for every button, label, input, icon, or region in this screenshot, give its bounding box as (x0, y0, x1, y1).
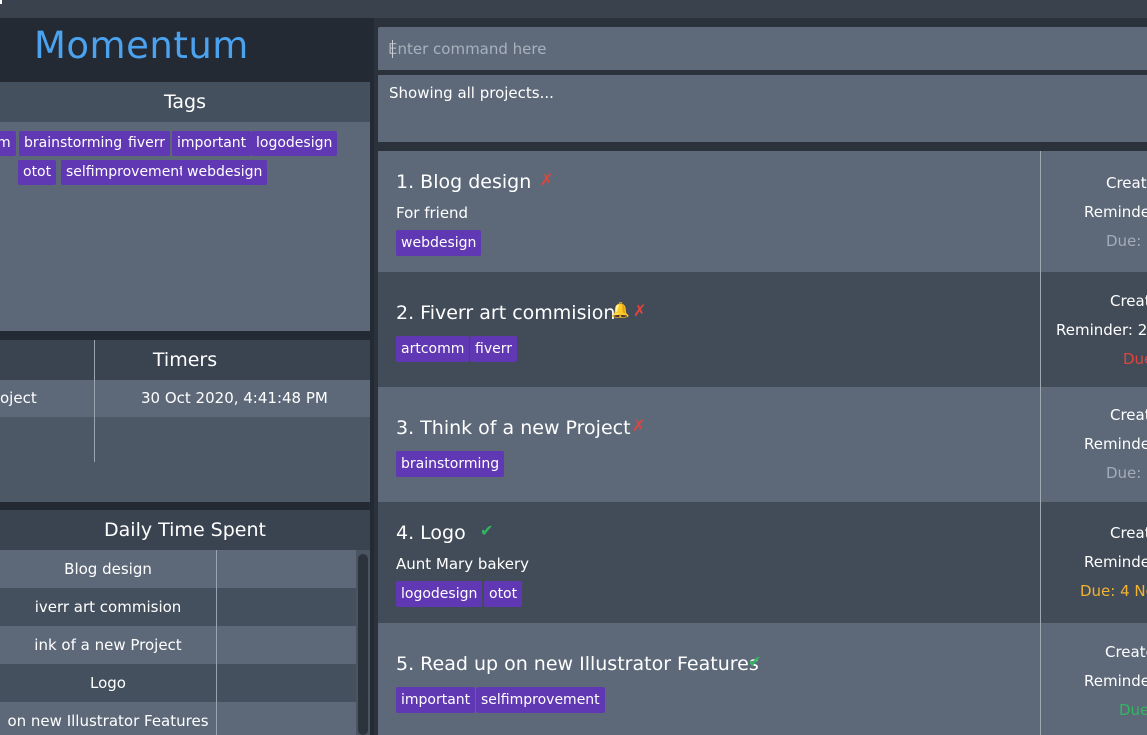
tag-chip[interactable]: otot (18, 160, 57, 185)
project-title: 4. Logo (396, 522, 466, 544)
project-card[interactable]: 2. Fiverr art commision 🔔 ✗ artcomm five… (378, 272, 1147, 387)
timer-column-divider (94, 340, 95, 462)
card-divider (1040, 272, 1041, 387)
tag-chip[interactable]: selfimprovement (61, 160, 190, 185)
daily-project-name: Logo (90, 674, 126, 692)
project-description: Aunt Mary bakery (396, 555, 530, 573)
project-reminder: Reminde (1084, 435, 1147, 453)
incomplete-icon: ✗ (632, 416, 646, 435)
project-title: 5. Read up on new Illustrator Features (396, 653, 759, 675)
card-divider (1040, 623, 1041, 735)
daily-scrollbar[interactable] (358, 554, 368, 735)
project-tag: webdesign (396, 230, 482, 256)
command-input[interactable] (378, 27, 1147, 70)
app-title: Momentum (34, 24, 249, 67)
card-divider (1040, 387, 1041, 502)
project-tag: logodesign (396, 581, 483, 607)
project-tag: fiverr (470, 336, 517, 362)
timer-project-name: oject (0, 389, 37, 407)
project-title: 3. Think of a new Project (396, 417, 631, 439)
project-card[interactable]: 3. Think of a new Project ✗ brainstormin… (378, 387, 1147, 502)
daily-time-list: Blog design iverr art commision ink of a… (0, 550, 370, 735)
tag-chip[interactable]: webdesign (182, 160, 268, 185)
daily-time-panel-header: Daily Time Spent (0, 510, 370, 550)
daily-time-row[interactable]: Blog design (0, 550, 356, 588)
incomplete-icon: ✗ (633, 301, 647, 320)
daily-project-name: iverr art commision (34, 598, 182, 616)
timer-row[interactable]: oject 30 Oct 2020, 4:41:48 PM (0, 380, 370, 417)
project-created: Creat (1110, 406, 1147, 424)
project-created: Creat (1110, 524, 1147, 542)
project-reminder: Reminde (1084, 203, 1147, 221)
tag-chip[interactable]: important (172, 131, 252, 156)
tags-panel-header: Tags (0, 82, 370, 122)
project-due: Due (1119, 701, 1147, 719)
timers-panel-header: Timers (0, 340, 370, 380)
daily-project-name: on new Illustrator Features (7, 712, 209, 730)
left-sidebar: Momentum Tags m brainstorming fiverr imp… (0, 18, 374, 735)
tag-chip[interactable]: fiverr (123, 131, 170, 156)
timers-panel: Timers oject 30 Oct 2020, 4:41:48 PM (0, 340, 370, 502)
project-due: Due: N (1106, 232, 1147, 250)
daily-time-row[interactable]: on new Illustrator Features (0, 702, 356, 735)
main-area: Showing all projects... 1. Blog design ✗… (374, 18, 1147, 735)
project-title: 1. Blog design (396, 171, 532, 193)
project-card[interactable]: 5. Read up on new Illustrator Features ✔… (378, 623, 1147, 735)
bell-icon: 🔔 (611, 301, 630, 319)
window-top-bar (0, 0, 1147, 18)
timer-start-time: 30 Oct 2020, 4:41:48 PM (141, 389, 328, 407)
command-box[interactable] (378, 27, 1147, 70)
daily-column-divider (216, 550, 217, 735)
project-description: For friend (396, 204, 469, 222)
project-due: Due (1123, 350, 1147, 368)
project-created: Create (1105, 643, 1147, 661)
project-tag: artcomm (396, 336, 470, 362)
text-caret (392, 40, 393, 58)
daily-time-row[interactable]: iverr art commision (0, 588, 356, 626)
daily-time-panel: Daily Time Spent Blog design iverr art c… (0, 510, 370, 735)
tag-chip[interactable]: logodesign (251, 131, 338, 156)
check-icon: ✔ (748, 652, 762, 671)
daily-time-row[interactable]: Logo (0, 664, 356, 702)
daily-project-name: Blog design (64, 560, 152, 578)
project-created: Create (1106, 174, 1147, 192)
project-reminder: Reminde (1084, 553, 1147, 571)
project-created: Creat (1110, 292, 1147, 310)
daily-project-name: ink of a new Project (34, 636, 182, 654)
incomplete-icon: ✗ (540, 170, 554, 189)
project-due: Due: N (1106, 464, 1147, 482)
result-display: Showing all projects... (378, 75, 1147, 142)
daily-time-row[interactable]: ink of a new Project (0, 626, 356, 664)
project-reminder: Reminder: 22 (1056, 321, 1147, 339)
check-icon: ✔ (480, 521, 494, 540)
project-tag: important (396, 687, 476, 713)
card-divider (1040, 151, 1041, 272)
tag-chip[interactable]: m (0, 131, 16, 156)
result-text: Showing all projects... (389, 84, 554, 102)
window-edge-mark (0, 0, 2, 4)
project-tag: otot (484, 581, 523, 607)
project-card[interactable]: 4. Logo ✔ Aunt Mary bakery logodesign ot… (378, 502, 1147, 623)
project-list: 1. Blog design ✗ For friend webdesign Cr… (378, 151, 1147, 735)
project-tag: brainstorming (396, 451, 505, 477)
tag-list: m brainstorming fiverr important logodes… (0, 122, 370, 331)
project-tag: selfimprovement (476, 687, 605, 713)
project-card[interactable]: 1. Blog design ✗ For friend webdesign Cr… (378, 151, 1147, 272)
project-title: 2. Fiverr art commision (396, 302, 616, 324)
timer-empty-area (0, 417, 370, 502)
project-reminder: Reminde (1084, 672, 1147, 690)
tags-panel: Tags m brainstorming fiverr important lo… (0, 82, 370, 331)
tag-chip[interactable]: brainstorming (19, 131, 128, 156)
card-divider (1040, 502, 1041, 623)
project-due: Due: 4 No (1080, 582, 1147, 600)
